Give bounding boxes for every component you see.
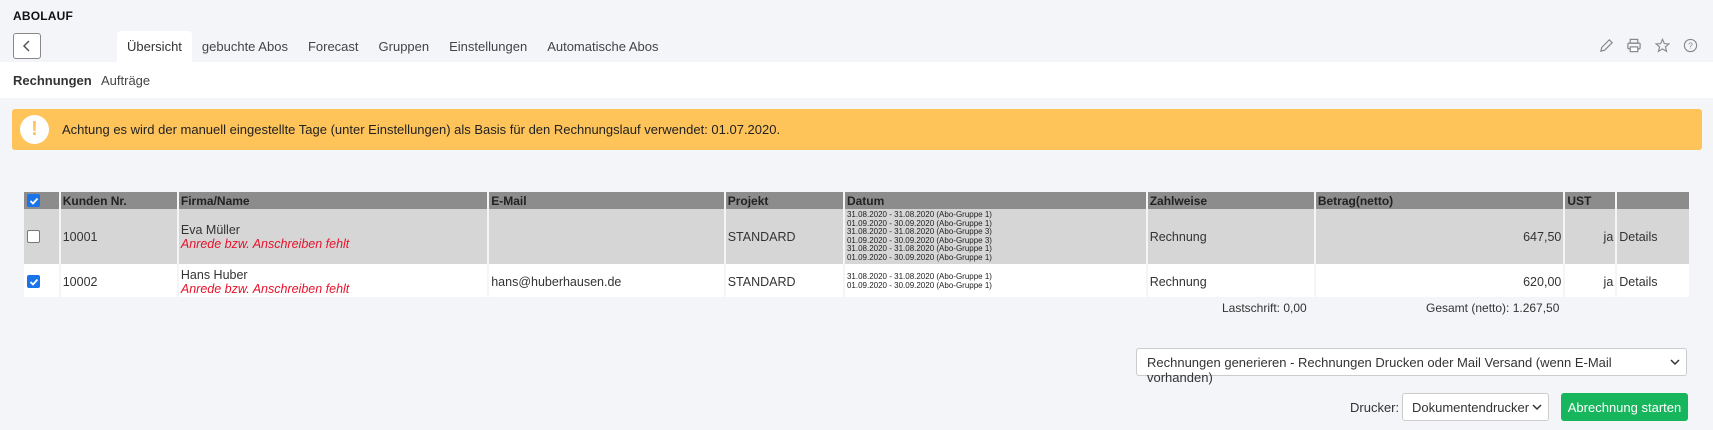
row-checkbox[interactable] (27, 275, 40, 288)
select-all-checkbox[interactable] (27, 194, 40, 207)
missing-salutation-warning: Anrede bzw. Anschreiben fehlt (180, 236, 350, 251)
help-icon[interactable]: ? (1681, 36, 1699, 54)
row-select-cell (24, 209, 59, 266)
tab-einstellungen[interactable]: Einstellungen (439, 31, 537, 62)
alert-message: Achtung es wird der manuell eingestellte… (62, 122, 781, 137)
datum-cell: 31.08.2020 - 31.08.2020 (Abo-Gruppe 1) 0… (844, 209, 1146, 266)
missing-salutation-warning: Anrede bzw. Anschreiben fehlt (180, 281, 350, 296)
table-row: 10001 Eva Müller Anrede bzw. Anschreiben… (24, 209, 1689, 266)
header-projekt[interactable]: Projekt (725, 192, 843, 209)
projekt-cell: STANDARD (725, 209, 843, 266)
row-checkbox[interactable] (27, 230, 40, 243)
header-zahlweise[interactable]: Zahlweise (1147, 192, 1314, 209)
betrag-cell: 647,50 (1315, 209, 1564, 266)
tab-gebuchte-abos[interactable]: gebuchte Abos (192, 31, 298, 62)
header-kunden-nr[interactable]: Kunden Nr. (60, 192, 177, 209)
name-cell: Hans Huber Anrede bzw. Anschreiben fehlt (178, 266, 488, 297)
back-button[interactable] (13, 33, 41, 59)
customer-name: Eva Müller (180, 222, 240, 237)
header-ust[interactable]: UST (1565, 192, 1616, 209)
sub-navigation: Rechnungen Aufträge (0, 62, 1713, 98)
kunden-nr-cell: 10001 (60, 209, 177, 266)
header-email[interactable]: E-Mail (489, 192, 724, 209)
printer-select[interactable]: Dokumentendrucker (1402, 393, 1549, 421)
tab-forecast[interactable]: Forecast (298, 31, 369, 62)
name-cell: Eva Müller Anrede bzw. Anschreiben fehlt (178, 209, 488, 266)
printer-label: Drucker: (1350, 400, 1400, 415)
chevron-down-icon (1532, 404, 1542, 411)
header-action (1617, 192, 1689, 209)
zahlweise-cell: Rechnung (1147, 209, 1314, 266)
subtab-rechnungen[interactable]: Rechnungen (13, 73, 92, 88)
table-header-row: Kunden Nr. Firma/Name E-Mail Projekt Dat… (24, 192, 1689, 209)
header-datum[interactable]: Datum (844, 192, 1146, 209)
generate-mode-value: Rechnungen generieren - Rechnungen Druck… (1147, 355, 1612, 385)
row-select-cell (24, 266, 59, 297)
start-billing-button[interactable]: Abrechnung starten (1561, 393, 1688, 421)
lastschrift-total: Lastschrift: 0,00 (1222, 301, 1307, 315)
header-betrag[interactable]: Betrag(netto) (1315, 192, 1564, 209)
generate-mode-select[interactable]: Rechnungen generieren - Rechnungen Druck… (1136, 348, 1687, 385)
ust-cell: ja (1565, 209, 1616, 266)
gesamt-netto-total: Gesamt (netto): 1.267,50 (1426, 301, 1560, 315)
table-row: 10002 Hans Huber Anrede bzw. Anschreiben… (24, 266, 1689, 297)
svg-text:?: ? (1688, 40, 1693, 50)
chevron-left-icon (22, 40, 30, 52)
pencil-icon[interactable] (1597, 36, 1615, 54)
exclamation-icon: ! (20, 115, 49, 144)
ust-cell: ja (1565, 266, 1616, 297)
tab-uebersicht[interactable]: Übersicht (117, 31, 192, 62)
warning-alert: ! Achtung es wird der manuell eingestell… (12, 109, 1702, 150)
header-firma-name[interactable]: Firma/Name (178, 192, 488, 209)
app-title: ABOLAUF (13, 9, 74, 23)
details-link[interactable]: Details (1617, 209, 1689, 266)
subtab-auftraege[interactable]: Aufträge (101, 73, 150, 88)
kunden-nr-cell: 10002 (60, 266, 177, 297)
date-range: 01.09.2020 - 30.09.2020 (Abo-Gruppe 1) (846, 252, 992, 262)
zahlweise-cell: Rechnung (1147, 266, 1314, 297)
invoice-table: Kunden Nr. Firma/Name E-Mail Projekt Dat… (22, 192, 1691, 297)
toolbar-icons: ? (1597, 36, 1699, 54)
chevron-down-icon (1670, 359, 1680, 366)
select-all-header (24, 192, 59, 209)
printer-value: Dokumentendrucker (1412, 400, 1530, 415)
tab-automatische-abos[interactable]: Automatische Abos (537, 31, 668, 62)
projekt-cell: STANDARD (725, 266, 843, 297)
date-range: 01.09.2020 - 30.09.2020 (Abo-Gruppe 1) (846, 280, 992, 290)
main-tabs: Übersicht gebuchte Abos Forecast Gruppen… (117, 31, 668, 62)
customer-name: Hans Huber (180, 267, 248, 282)
details-link[interactable]: Details (1617, 266, 1689, 297)
tab-gruppen[interactable]: Gruppen (369, 31, 440, 62)
email-cell (489, 209, 724, 266)
star-icon[interactable] (1653, 36, 1671, 54)
printer-icon[interactable] (1625, 36, 1643, 54)
datum-cell: 31.08.2020 - 31.08.2020 (Abo-Gruppe 1) 0… (844, 266, 1146, 297)
email-cell: hans@huberhausen.de (489, 266, 724, 297)
betrag-cell: 620,00 (1315, 266, 1564, 297)
